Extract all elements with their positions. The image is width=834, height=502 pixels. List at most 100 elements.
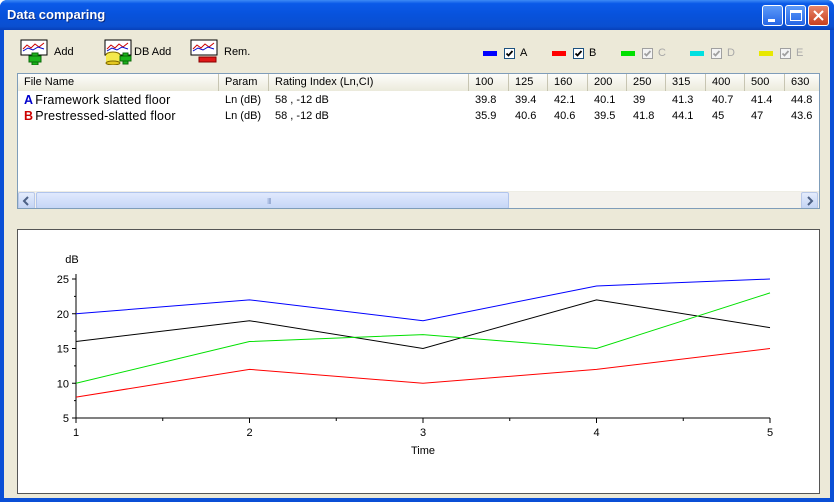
checkmark-icon xyxy=(505,49,514,57)
legend-letter: E xyxy=(796,47,804,59)
file-list-header: File Name Param Rating Index (Ln,CI) 100 125… xyxy=(18,74,819,91)
value-cell: 47 xyxy=(751,110,764,122)
column-header[interactable]: 200 xyxy=(588,74,627,91)
horizontal-scrollbar[interactable]: III xyxy=(18,191,819,208)
scroll-right-button[interactable] xyxy=(801,192,818,208)
column-header[interactable]: 500 xyxy=(745,74,785,91)
title-bar[interactable]: Data comparing xyxy=(0,0,834,30)
legend-letter: A xyxy=(520,47,528,59)
legend-checkbox-a[interactable] xyxy=(504,47,515,59)
add-button[interactable]: Add xyxy=(20,38,74,66)
value-cell: 35.9 xyxy=(475,110,497,122)
x-tick-label: 5 xyxy=(767,427,773,439)
maximize-icon xyxy=(790,10,802,21)
column-header[interactable]: Param xyxy=(219,74,269,91)
legend-swatch xyxy=(690,50,704,56)
remove-button[interactable]: Rem. xyxy=(190,38,250,66)
comparison-chart: 5 10 15 20 25 1 2 3 4 5 dB Time xyxy=(17,229,820,494)
legend-swatch xyxy=(621,50,635,56)
db-add-icon xyxy=(104,39,132,66)
minimize-icon xyxy=(768,19,775,22)
legend-checkbox-d xyxy=(711,47,722,59)
close-icon xyxy=(813,10,824,21)
series-line-3 xyxy=(75,292,771,384)
value-cell: 40.6 xyxy=(554,110,576,122)
series-line-4 xyxy=(75,348,771,398)
value-cell: 40.7 xyxy=(712,94,734,106)
chart-svg: 5 10 15 20 25 1 2 3 4 5 dB Time xyxy=(57,254,773,457)
column-header[interactable]: 250 xyxy=(627,74,666,91)
column-header[interactable]: 125 xyxy=(509,74,548,91)
value-cell: 44.1 xyxy=(672,110,694,122)
checkmark-icon xyxy=(781,49,790,57)
file-name: Framework slatted floor xyxy=(35,93,171,107)
value-cell: 42.1 xyxy=(554,94,576,106)
y-tick-label: 20 xyxy=(57,309,69,321)
y-axis-label: dB xyxy=(65,254,78,266)
value-cell: 40.6 xyxy=(515,110,537,122)
legend-item-c: C xyxy=(621,46,666,60)
add-file-icon xyxy=(20,39,48,66)
x-tick-label: 2 xyxy=(246,427,252,439)
column-header[interactable]: 630 xyxy=(785,74,819,91)
file-list[interactable]: File Name Param Rating Index (Ln,CI) 100 125… xyxy=(17,73,820,209)
value-cell: 41.4 xyxy=(751,94,773,106)
series-letter: A xyxy=(24,93,34,107)
column-header[interactable]: 100 xyxy=(469,74,509,91)
value-cell: 40.1 xyxy=(594,94,616,106)
series-line-2 xyxy=(75,299,771,350)
legend-item-d: D xyxy=(690,46,735,60)
db-add-button[interactable]: DB Add xyxy=(104,38,171,66)
minimize-button[interactable] xyxy=(762,5,783,26)
scroll-left-button[interactable] xyxy=(18,192,35,208)
window-title: Data comparing xyxy=(7,7,106,22)
db-add-label: DB Add xyxy=(134,46,172,58)
series-letter: B xyxy=(24,109,34,123)
y-tick-label: 10 xyxy=(57,378,69,390)
data-comparing-window: Data comparing Add DB Add Rem. A B C D E… xyxy=(0,0,834,502)
scroll-grip: III xyxy=(267,197,272,206)
value-cell: 41.8 xyxy=(633,110,655,122)
add-label: Add xyxy=(54,46,74,58)
x-tick-label: 3 xyxy=(420,427,426,439)
legend-swatch xyxy=(759,50,773,56)
param-cell: Ln (dB) xyxy=(225,94,262,106)
column-header[interactable]: 315 xyxy=(666,74,706,91)
legend-checkbox-e xyxy=(780,47,791,59)
maximize-button[interactable] xyxy=(785,5,806,26)
file-name-cell: B Prestressed-slatted floor xyxy=(18,108,219,124)
scroll-thumb[interactable]: III xyxy=(36,192,509,208)
checkmark-icon xyxy=(643,49,652,57)
remove-file-icon xyxy=(190,39,218,65)
y-tick-label: 5 xyxy=(63,413,69,425)
chevron-right-icon xyxy=(807,196,814,206)
chevron-left-icon xyxy=(22,196,29,206)
value-cell: 39.4 xyxy=(515,94,537,106)
checkmark-icon xyxy=(712,49,721,57)
value-cell: 39.5 xyxy=(594,110,616,122)
legend-letter: B xyxy=(589,47,597,59)
column-header[interactable]: 400 xyxy=(706,74,745,91)
client-area: Add DB Add Rem. A B C D E File Name Para… xyxy=(4,30,830,498)
value-cell: 44.8 xyxy=(791,94,813,106)
value-cell: 45 xyxy=(712,110,725,122)
legend-checkbox-c xyxy=(642,47,653,59)
series-line-1 xyxy=(75,278,771,322)
legend-letter: C xyxy=(658,47,666,59)
legend-checkbox-b[interactable] xyxy=(573,47,584,59)
file-name-cell: A Framework slatted floor xyxy=(18,92,219,108)
param-cell: Ln (dB) xyxy=(225,110,262,122)
value-cell: 41.3 xyxy=(672,94,694,106)
column-header[interactable]: 160 xyxy=(548,74,588,91)
table-row[interactable]: A Framework slatted floor Ln (dB) 58 , -12 … xyxy=(18,92,819,108)
column-header[interactable]: Rating Index (Ln,CI) xyxy=(269,74,469,91)
column-header[interactable]: File Name xyxy=(18,74,219,91)
legend-item-a: A xyxy=(483,46,527,60)
rating-cell: 58 , -12 dB xyxy=(275,94,329,106)
table-row[interactable]: B Prestressed-slatted floor Ln (dB) 58 , -1… xyxy=(18,108,819,124)
x-axis-label: Time xyxy=(411,445,435,457)
legend-swatch xyxy=(552,50,566,56)
file-name: Prestressed-slatted floor xyxy=(35,109,176,123)
x-tick-label: 4 xyxy=(593,427,599,439)
close-button[interactable] xyxy=(808,5,829,26)
